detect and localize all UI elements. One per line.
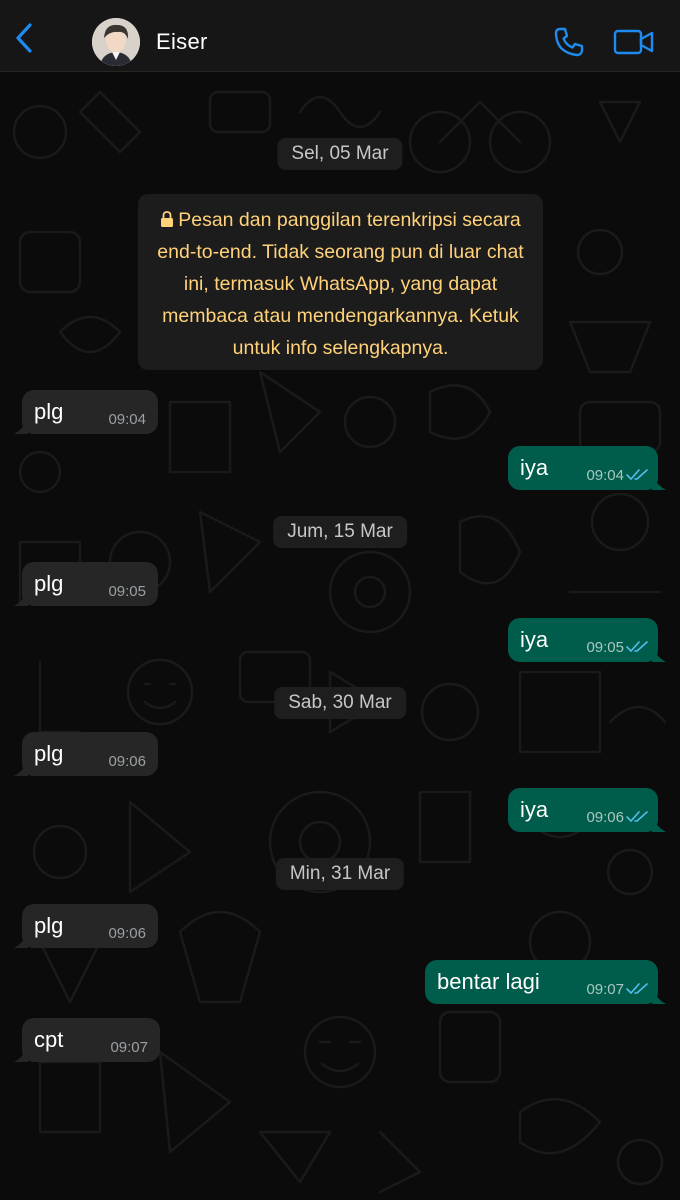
bubble-tail	[652, 990, 666, 1004]
bubble-tail	[14, 762, 28, 776]
contact-name[interactable]: Eiser	[156, 29, 208, 55]
encryption-notice[interactable]: Pesan dan panggilan terenkripsi secara e…	[138, 194, 543, 370]
incoming-message[interactable]: cpt 09:07	[14, 1018, 160, 1062]
read-receipt-icon	[626, 641, 648, 652]
message-time: 09:07	[586, 981, 624, 998]
outgoing-message[interactable]: iya 09:05	[508, 618, 666, 662]
incoming-message[interactable]: plg 09:06	[14, 732, 158, 776]
message-text: bentar lagi	[437, 969, 540, 994]
message-time: 09:06	[108, 925, 146, 942]
message-time: 09:05	[586, 639, 624, 656]
message-text: iya	[520, 455, 549, 480]
message-text: cpt	[34, 1027, 64, 1052]
avatar[interactable]	[92, 18, 140, 66]
message-time: 09:06	[108, 753, 146, 770]
bubble-tail	[14, 420, 28, 434]
date-separator: Jum, 15 Mar	[273, 516, 407, 548]
phone-icon	[554, 27, 584, 57]
message-text: plg	[34, 571, 64, 596]
bubble-tail	[652, 476, 666, 490]
video-call-button[interactable]	[612, 26, 656, 58]
message-text: iya	[520, 627, 549, 652]
read-receipt-icon	[626, 469, 648, 480]
chat-area[interactable]: Sel, 05 Mar Pesan dan panggilan terenkri…	[0, 72, 680, 1200]
back-button[interactable]	[8, 18, 40, 58]
outgoing-message[interactable]: iya 09:04	[508, 446, 666, 490]
incoming-message[interactable]: plg 09:06	[14, 904, 158, 948]
bubble-tail	[652, 818, 666, 832]
bubble-tail	[14, 592, 28, 606]
encryption-notice-text: Pesan dan panggilan terenkripsi secara e…	[157, 209, 524, 359]
voice-call-button[interactable]	[551, 24, 587, 60]
outgoing-message[interactable]: bentar lagi 09:07	[425, 960, 666, 1004]
outgoing-message[interactable]: iya 09:06	[508, 788, 666, 832]
chat-header: Eiser	[0, 0, 680, 72]
message-time: 09:07	[110, 1039, 148, 1056]
read-receipt-icon	[626, 983, 648, 994]
date-separator: Sab, 30 Mar	[274, 687, 406, 719]
message-text: iya	[520, 797, 549, 822]
message-time: 09:05	[108, 583, 146, 600]
message-time: 09:04	[586, 467, 624, 484]
bubble-tail	[14, 934, 28, 948]
read-receipt-icon	[626, 811, 648, 822]
lock-icon	[161, 211, 174, 227]
incoming-message[interactable]: plg 09:05	[14, 562, 158, 606]
bubble-tail	[14, 1048, 28, 1062]
chevron-left-icon	[16, 23, 32, 53]
message-text: plg	[34, 913, 64, 938]
message-time: 09:06	[586, 809, 624, 826]
incoming-message[interactable]: plg 09:04	[14, 390, 158, 434]
bubble-tail	[652, 648, 666, 662]
message-text: plg	[34, 399, 64, 424]
date-separator: Min, 31 Mar	[275, 858, 405, 890]
message-time: 09:04	[108, 411, 146, 428]
date-separator: Sel, 05 Mar	[277, 138, 403, 170]
video-camera-icon	[613, 29, 654, 55]
message-text: plg	[34, 741, 64, 766]
